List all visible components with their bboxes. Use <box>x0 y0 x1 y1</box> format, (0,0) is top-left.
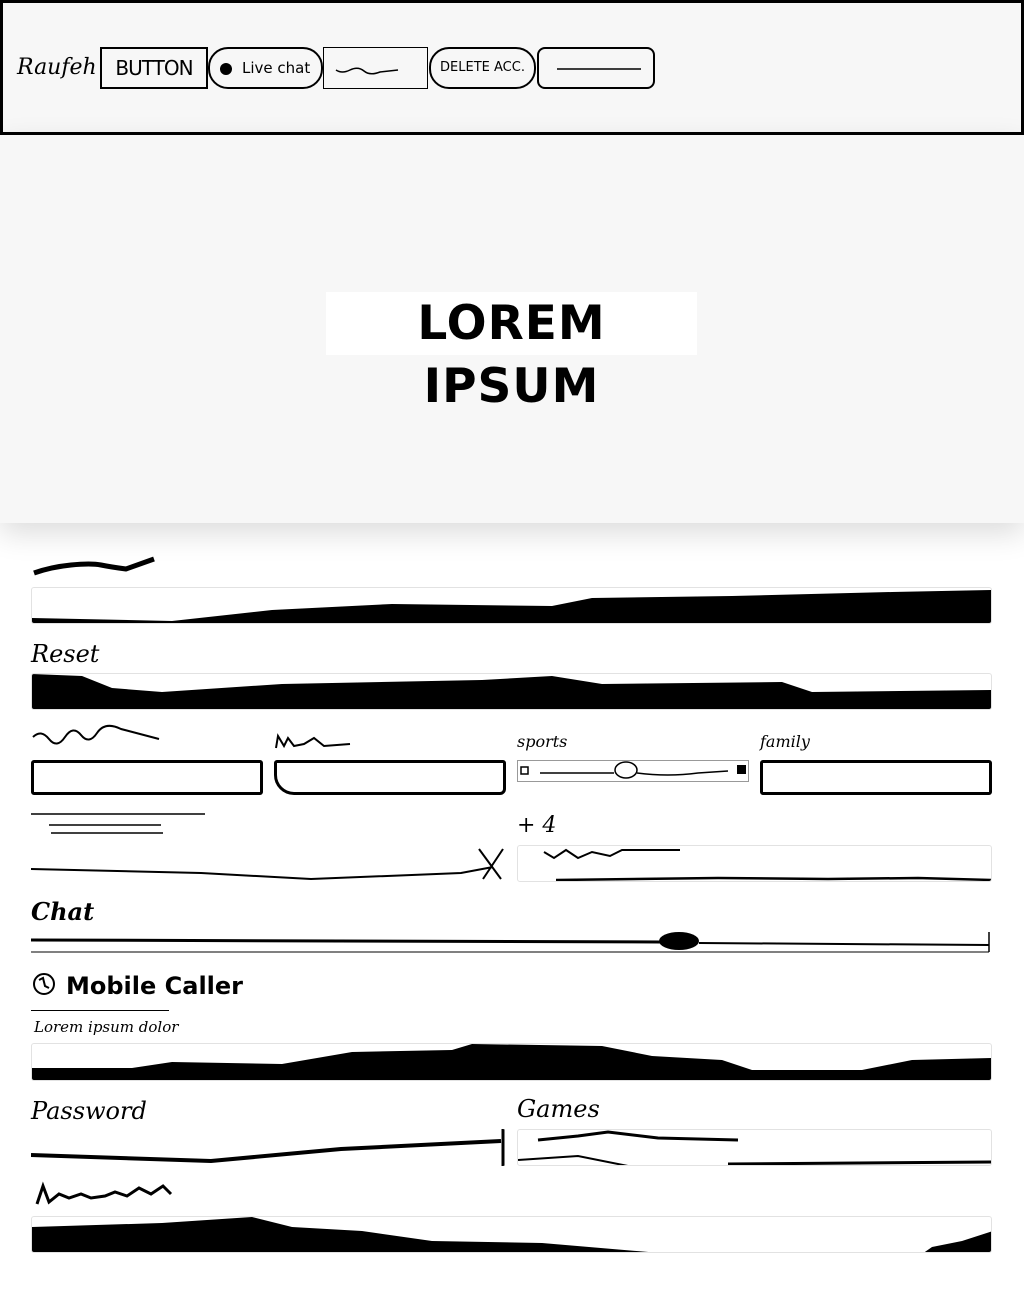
chat-slider[interactable] <box>31 930 992 955</box>
counter-label: + 4 <box>517 813 557 838</box>
sports-label: sports <box>517 732 568 751</box>
text-input[interactable] <box>31 587 992 624</box>
scribble-label <box>31 813 205 834</box>
input-box-2[interactable] <box>274 760 506 795</box>
nav-link-button[interactable] <box>323 47 428 89</box>
primary-button[interactable]: BUTTON <box>100 47 208 89</box>
scribble-label <box>275 733 351 749</box>
scribble-line <box>518 1130 991 1165</box>
scribble-label <box>35 1181 173 1205</box>
phone-icon <box>31 972 57 996</box>
scribble-fill <box>32 1044 991 1080</box>
family-label: family <box>760 732 810 751</box>
counter-input[interactable] <box>517 845 992 882</box>
scribble-fill <box>32 1217 991 1252</box>
live-chat-label: Live chat <box>242 59 311 77</box>
live-chat-button[interactable]: Live chat <box>208 47 323 89</box>
scribble-fill <box>32 590 991 623</box>
password-input[interactable] <box>31 1129 506 1166</box>
drawn-input-1[interactable] <box>31 845 506 882</box>
sports-slider[interactable] <box>517 760 749 782</box>
nav-wide-button[interactable] <box>537 47 655 89</box>
divider <box>31 1010 169 1011</box>
mobile-caller-input[interactable] <box>31 1043 992 1081</box>
scribble-placeholder <box>335 67 399 75</box>
slider-thumb <box>614 761 638 779</box>
games-input[interactable] <box>517 1129 992 1166</box>
games-label: Games <box>517 1095 600 1123</box>
navbar: Raufeh BUTTON Live chat DELETE ACC. <box>0 0 1024 135</box>
scribble-placeholder <box>557 68 641 70</box>
password-label: Password <box>31 1097 147 1125</box>
scribble-line <box>543 848 991 881</box>
family-input[interactable] <box>760 760 992 795</box>
speech-bubble-icon <box>220 62 232 75</box>
slider-track <box>31 932 990 953</box>
hero-banner: LOREM IPSUM <box>0 135 1024 523</box>
reset-input[interactable] <box>31 673 992 710</box>
bottom-input[interactable] <box>31 1216 992 1253</box>
hero-title: LOREM IPSUM <box>326 292 697 414</box>
delete-account-button[interactable]: DELETE ACC. <box>429 47 536 89</box>
input-box-1[interactable] <box>31 760 263 795</box>
brand-logo[interactable]: Raufeh <box>17 47 97 89</box>
reset-label: Reset <box>31 640 100 668</box>
scribble-fill <box>32 674 991 709</box>
scribble-label <box>32 724 160 745</box>
scribble-label <box>33 556 155 576</box>
lorem-label: Lorem ipsum dolor <box>34 1018 179 1036</box>
plus-icon <box>737 765 746 774</box>
mobile-caller-label: Mobile Caller <box>66 972 244 1000</box>
slider-track <box>520 761 746 779</box>
slider-thumb <box>659 932 699 950</box>
minus-icon <box>520 766 529 775</box>
scribble-line <box>31 1129 505 1166</box>
chat-label: Chat <box>31 897 95 926</box>
scribble-line <box>31 848 504 881</box>
